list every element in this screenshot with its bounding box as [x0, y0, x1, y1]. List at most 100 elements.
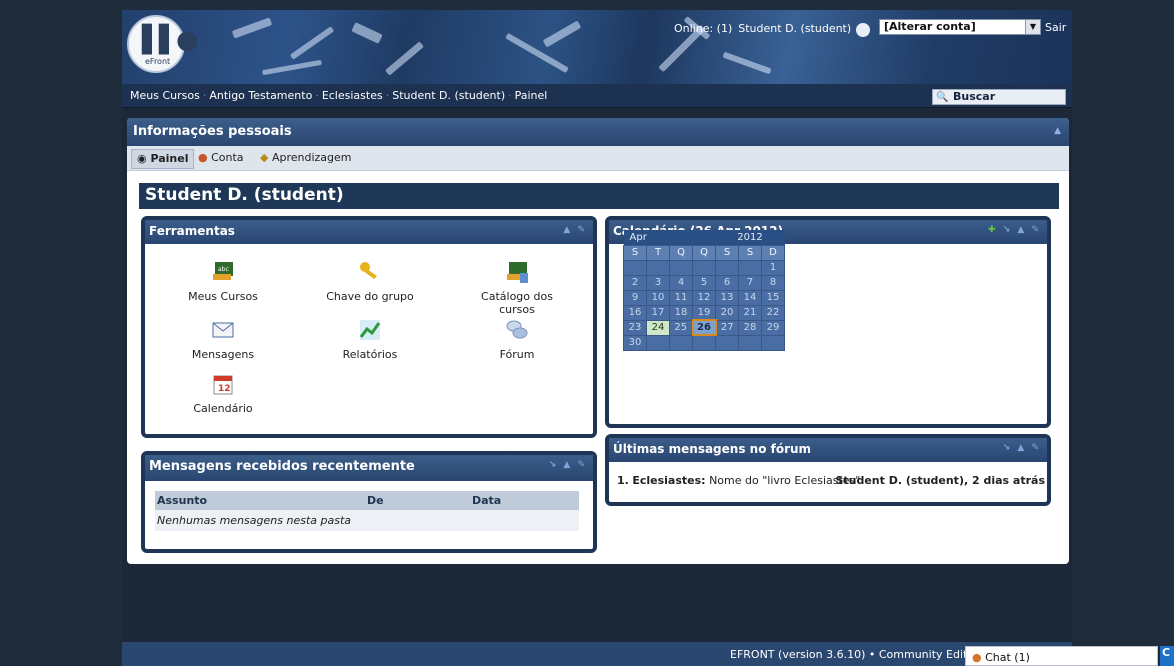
forum-box: Últimas mensagens no fórum ↘ ▲ ✎ 1. Ecle…	[605, 434, 1051, 506]
calendar-day	[669, 334, 693, 351]
calendar-day[interactable]: 28	[738, 319, 762, 336]
calendar-day[interactable]: 12	[692, 289, 716, 306]
calendar-day[interactable]: 17	[646, 304, 670, 321]
calendar-day	[692, 259, 716, 276]
chat-toggle[interactable]: C	[1160, 646, 1174, 666]
calendar-day[interactable]: 23	[623, 319, 647, 336]
online-users[interactable]: Online: (1) Student D. (student)	[674, 22, 857, 35]
user-icon: ●	[972, 651, 982, 664]
breadcrumb-item[interactable]: Eclesiastes	[322, 89, 383, 102]
courses-icon: abc	[213, 262, 233, 280]
tab-bar: ◉ Painel ● Conta ◆ Aprendizagem	[127, 146, 1069, 171]
calendar-day[interactable]: 16	[623, 304, 647, 321]
calendar-day[interactable]: 14	[738, 289, 762, 306]
calendar-day[interactable]: 27	[715, 319, 739, 336]
calendar-day[interactable]: 29	[761, 319, 785, 336]
chat-button[interactable]: ● Chat (1)	[965, 646, 1158, 666]
calendar-day[interactable]: 11	[669, 289, 693, 306]
box-controls-icon[interactable]: ↘ ▲ ✎	[1003, 443, 1041, 453]
tool-forum[interactable]: Fórum	[462, 318, 572, 361]
add-icon[interactable]: ✚	[988, 225, 998, 235]
breadcrumb-bar: Meus Cursos · Antigo Testamento · Eclesiaste…	[122, 84, 1072, 108]
calendar-day[interactable]: 3	[646, 274, 670, 291]
calendar-year[interactable]: 2012	[715, 230, 785, 245]
tool-meus-cursos[interactable]: abc Meus Cursos	[168, 260, 278, 303]
column-header[interactable]: Assunto	[155, 491, 365, 510]
calendar-day[interactable]: 25	[669, 319, 693, 336]
calendar-day[interactable]: 20	[715, 304, 739, 321]
calendar-day[interactable]: 22	[761, 304, 785, 321]
box-controls-icon[interactable]: ✚ ↘ ▲ ✎	[988, 225, 1041, 235]
svg-text:12: 12	[218, 384, 231, 394]
calendar-day[interactable]: 19	[692, 304, 716, 321]
calendar-day[interactable]: 30	[623, 334, 647, 351]
weekday-label: S	[715, 244, 739, 261]
calendar-day	[738, 334, 762, 351]
tab-painel[interactable]: ◉ Painel	[131, 149, 195, 169]
calendar-day[interactable]: 10	[646, 289, 670, 306]
breadcrumb-item[interactable]: Antigo Testamento	[209, 89, 312, 102]
chevron-down-icon[interactable]: ▼	[1025, 20, 1040, 34]
calendar-day[interactable]: 21	[738, 304, 762, 321]
tool-calendario[interactable]: 12 Calendário	[168, 372, 278, 415]
efront-logo[interactable]: ▌▌● eFront	[127, 15, 199, 73]
calendar-day[interactable]: 1	[761, 259, 785, 276]
user-name-link[interactable]: Student D. (student)	[738, 22, 851, 35]
calendar-day[interactable]: 4	[669, 274, 693, 291]
user-icon[interactable]	[856, 23, 870, 37]
calendar-day[interactable]: 6	[715, 274, 739, 291]
box-controls-icon[interactable]: ▲ ✎	[563, 225, 587, 235]
logout-link[interactable]: Sair	[1045, 21, 1066, 34]
calendar-day	[715, 334, 739, 351]
search-button[interactable]: 🔍 Buscar	[932, 89, 1066, 105]
key-icon	[360, 262, 377, 280]
svg-text:abc: abc	[218, 266, 229, 273]
weekday-label: S	[623, 244, 647, 261]
column-header[interactable]: Data	[470, 491, 579, 510]
user-icon: ●	[198, 151, 208, 164]
calendar-day[interactable]: 26	[691, 319, 717, 336]
personal-info-panel: Informações pessoais ▲ ◉ Painel ● Conta …	[127, 118, 1069, 564]
forum-item[interactable]: 1. Eclesiastes: Nome do "livro Eclesiast…	[617, 474, 1045, 487]
breadcrumb-item[interactable]: Meus Cursos	[130, 89, 200, 102]
calendar-day[interactable]: 2	[623, 274, 647, 291]
tool-catalogo[interactable]: Catálogo dos cursos	[462, 260, 572, 316]
column-header[interactable]: De	[365, 491, 470, 510]
calendar-day[interactable]: 18	[669, 304, 693, 321]
page-title: Student D. (student)	[139, 183, 1059, 209]
page: ▌▌● eFront Online: (1) Student D. (studen…	[122, 10, 1072, 666]
dashboard-icon: ◉	[137, 152, 147, 165]
panel-title: Informações pessoais ▲	[127, 118, 1069, 146]
catalog-icon	[507, 262, 528, 283]
calendar-day[interactable]: 15	[761, 289, 785, 306]
calendar-day[interactable]: 13	[715, 289, 739, 306]
breadcrumb-item[interactable]: Student D. (student)	[392, 89, 505, 102]
calendar-month[interactable]: Apr	[623, 230, 693, 245]
box-controls-icon[interactable]: ↘ ▲ ✎	[549, 460, 587, 470]
tools-box: Ferramentas ▲ ✎ abc Meus Cursos Chave do…	[141, 216, 597, 438]
breadcrumb-item[interactable]: Painel	[515, 89, 548, 102]
account-select[interactable]: [Alterar conta] ▼	[879, 19, 1041, 35]
calendar-day[interactable]: 8	[761, 274, 785, 291]
messages-table: Assunto De Data Nenhumas mensagens nesta…	[155, 491, 579, 531]
forum-topic-link[interactable]: Eclesiastes:	[632, 474, 705, 487]
calendar-day[interactable]: 24	[646, 319, 670, 336]
weekday-label: Q	[692, 244, 716, 261]
tab-conta[interactable]: ● Conta	[193, 149, 249, 169]
tab-aprendizagem[interactable]: ◆ Aprendizagem	[255, 149, 357, 169]
header-banner: ▌▌● eFront Online: (1) Student D. (studen…	[122, 10, 1072, 84]
version-text: EFRONT (version 3.6.10) • Community Edit…	[730, 648, 978, 661]
tool-chave-do-grupo[interactable]: Chave do grupo	[315, 260, 425, 303]
tool-mensagens[interactable]: Mensagens	[168, 318, 278, 361]
calendar-box: Calendário (26 Apr 2012) ✚ ↘ ▲ ✎ Apr2012…	[605, 216, 1051, 428]
calendar-day[interactable]: 9	[623, 289, 647, 306]
forum-icon	[506, 320, 528, 339]
online-count[interactable]: Online: (1)	[674, 22, 732, 35]
forum-header: Últimas mensagens no fórum ↘ ▲ ✎	[609, 438, 1047, 462]
collapse-icon[interactable]: ▲	[1054, 126, 1061, 136]
calendar-icon: 12	[213, 375, 233, 395]
calendar-day[interactable]: 5	[692, 274, 716, 291]
weekday-label: Q	[669, 244, 693, 261]
tool-relatorios[interactable]: Relatórios	[315, 318, 425, 361]
calendar-day[interactable]: 7	[738, 274, 762, 291]
